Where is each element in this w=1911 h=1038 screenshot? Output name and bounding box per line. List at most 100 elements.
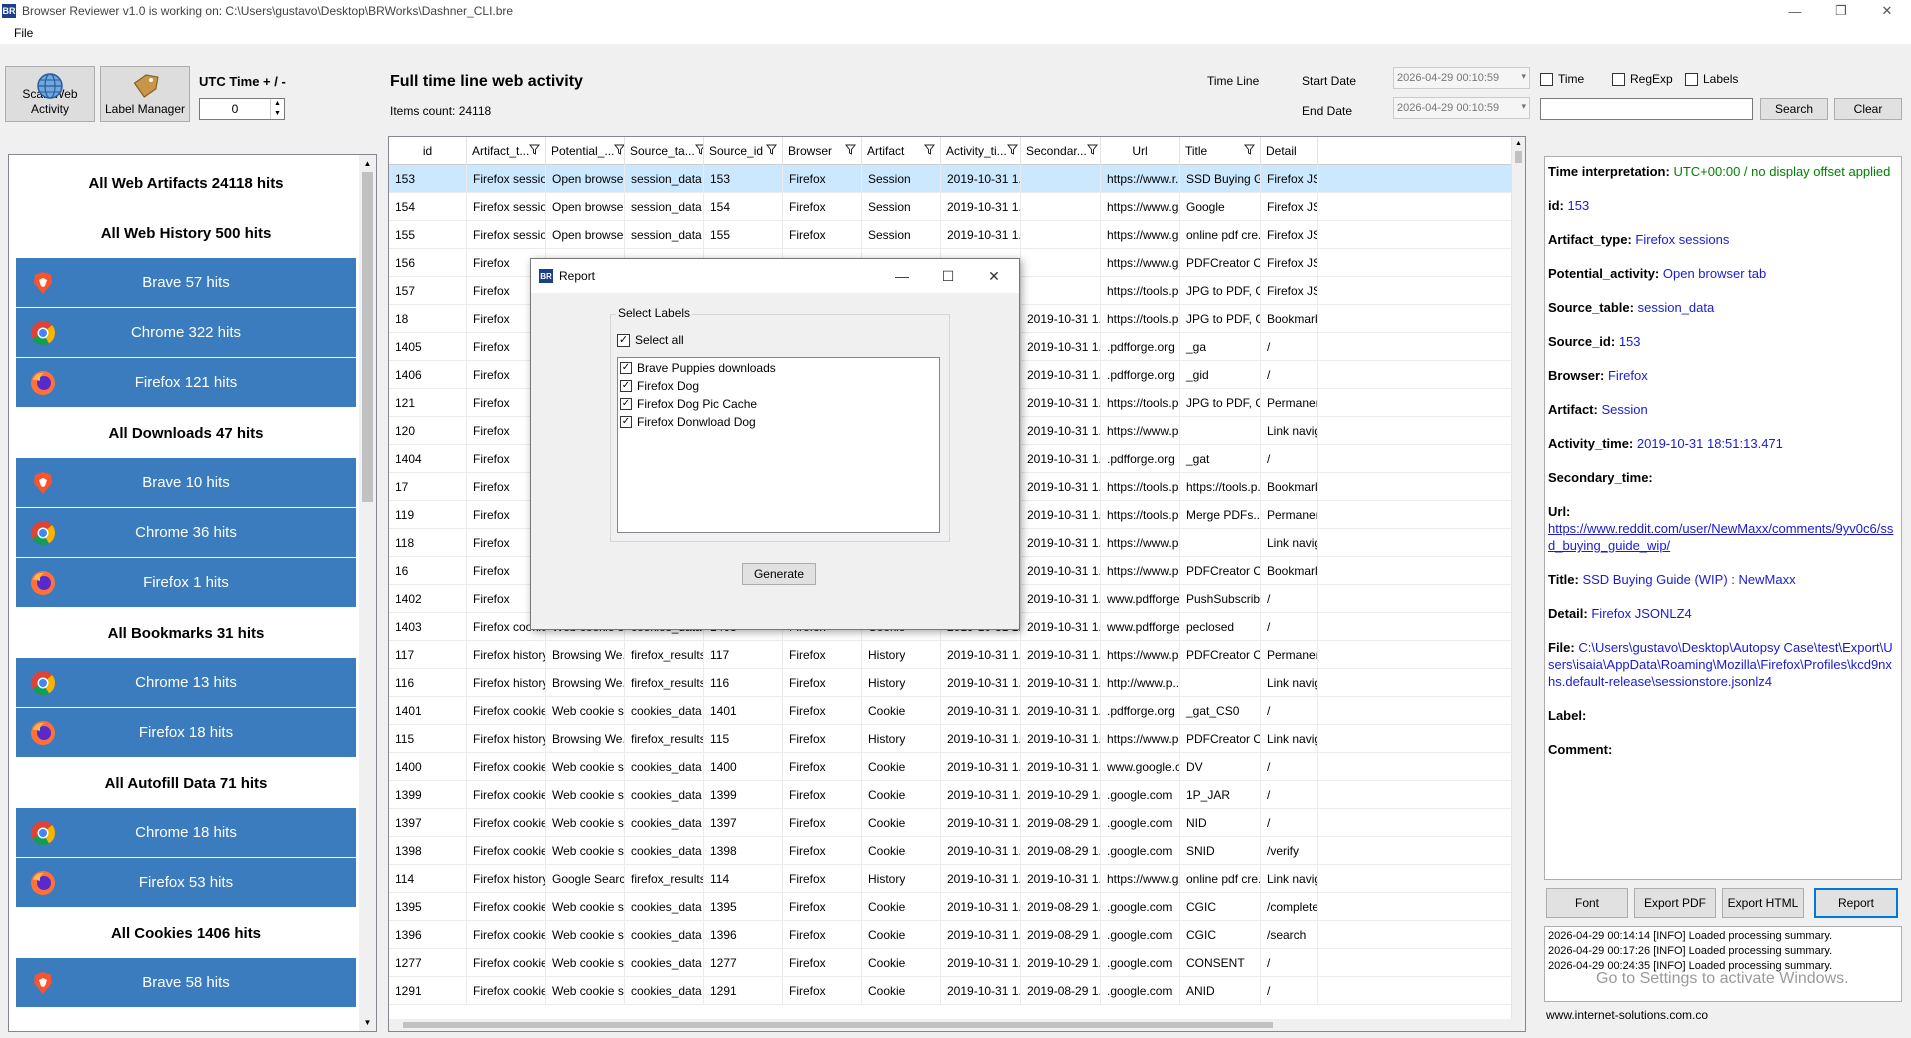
table-row[interactable]: 1395Firefox cookiesWeb cookie st...cooki… [389, 893, 1525, 921]
table-row[interactable]: 1397Firefox cookiesWeb cookie st...cooki… [389, 809, 1525, 837]
table-row[interactable]: 155Firefox sessionsOpen browser...sessio… [389, 221, 1525, 249]
select-all-checkbox[interactable]: ✓ Select all [617, 333, 684, 347]
column-header[interactable]: Detail [1261, 137, 1318, 165]
table-row[interactable]: 1401Firefox cookiesWeb cookie st...cooki… [389, 697, 1525, 725]
close-button[interactable]: ✕ [1864, 0, 1910, 22]
table-row[interactable]: 1399Firefox cookiesWeb cookie st...cooki… [389, 781, 1525, 809]
table-row[interactable]: 116 Firefox history Browsing We... firefox_… [389, 669, 1525, 697]
label-checkbox-item[interactable]: ✓ Firefox Donwload Dog [620, 413, 937, 431]
clear-button[interactable]: Clear [1834, 98, 1902, 120]
browser-category-item[interactable]: Brave 10 hits [16, 458, 356, 508]
browser-category-item[interactable]: Chrome 36 hits [16, 508, 356, 558]
table-row[interactable]: 154Firefox sessionsOpen browser...sessio… [389, 193, 1525, 221]
dialog-minimize-button[interactable]: — [879, 259, 925, 293]
dialog-close-button[interactable]: ✕ [971, 259, 1017, 293]
label-manager-button[interactable]: Label Manager [100, 66, 190, 122]
browser-category-item[interactable]: Firefox 53 hits [16, 858, 356, 908]
filter-icon[interactable] [694, 144, 703, 158]
report-button[interactable]: Report [1814, 888, 1898, 918]
log-output[interactable]: 2026-04-29 00:14:14 [INFO] Loaded proces… [1544, 926, 1902, 1002]
column-header[interactable]: Secondar... [1021, 137, 1101, 165]
column-header[interactable]: Artifact [862, 137, 941, 165]
scroll-up-icon[interactable]: ▲ [1512, 137, 1525, 151]
detail-comment: Comment: [1548, 741, 1897, 758]
time-checkbox[interactable]: Time [1540, 72, 1584, 86]
scroll-thumb[interactable] [362, 172, 373, 502]
detail-url: Url: https://www.reddit.com/user/NewMaxx/… [1548, 503, 1897, 554]
end-date-picker[interactable]: 2026-04-29 00:10:59 ▾ [1393, 97, 1530, 119]
table-row[interactable]: 1291Firefox cookiesWeb cookie st...cooki… [389, 977, 1525, 1005]
table-row[interactable]: 117 Firefox history Browsing We... firefox_… [389, 641, 1525, 669]
table-row[interactable]: 1277Firefox cookiesWeb cookie st...cooki… [389, 949, 1525, 977]
scroll-down-icon[interactable]: ▼ [359, 1014, 376, 1031]
checkbox-box [1540, 72, 1553, 86]
browser-category-item[interactable]: Brave 58 hits [16, 958, 356, 1008]
filter-icon[interactable] [923, 144, 936, 158]
category-header[interactable]: All Autofill Data 71 hits [16, 758, 356, 808]
browser-category-item[interactable]: Chrome 18 hits [16, 808, 356, 858]
font-button[interactable]: Font [1546, 888, 1628, 918]
filter-icon[interactable] [529, 144, 541, 158]
label-checkbox-item[interactable]: ✓ Firefox Dog Pic Cache [620, 395, 937, 413]
filter-icon[interactable] [844, 144, 857, 158]
column-header[interactable]: Source_ta... [625, 137, 704, 165]
column-header[interactable]: Browser [783, 137, 862, 165]
table-cell: https://www.p... [1101, 557, 1180, 585]
filter-icon[interactable] [1243, 144, 1256, 158]
table-row[interactable]: 114 Firefox history Google Search firefox_r… [389, 865, 1525, 893]
category-label: Firefox 53 hits [138, 874, 234, 891]
filter-icon[interactable] [1006, 144, 1018, 158]
restore-button[interactable]: ❐ [1818, 0, 1864, 22]
table-row[interactable]: 1400Firefox cookiesWeb cookie st...cooki… [389, 753, 1525, 781]
scan-web-activity-button[interactable]: Scan Web Activity [5, 66, 95, 122]
browser-category-item[interactable]: Firefox 121 hits [16, 358, 356, 408]
category-header[interactable]: All Bookmarks 31 hits [16, 608, 356, 658]
scroll-thumb[interactable] [1515, 151, 1522, 163]
table-row[interactable]: 153Firefox sessionsOpen browser...sessio… [389, 165, 1525, 193]
minimize-button[interactable]: — [1772, 0, 1818, 22]
column-header[interactable]: Source_id [704, 137, 783, 165]
browser-category-item[interactable]: Firefox 1 hits [16, 558, 356, 608]
dialog-maximize-button[interactable]: ☐ [925, 259, 971, 293]
category-header[interactable]: All Web History 500 hits [16, 208, 356, 258]
column-header[interactable]: id [389, 137, 467, 165]
labels-checkbox[interactable]: Labels [1685, 72, 1738, 86]
menu-file[interactable]: File [0, 26, 47, 40]
regexp-checkbox[interactable]: RegExp [1612, 72, 1673, 86]
column-header[interactable]: Potential_... [546, 137, 625, 165]
table-row[interactable]: 1396Firefox cookiesWeb cookie st...cooki… [389, 921, 1525, 949]
table-row[interactable]: 115 Firefox history Browsing We... firefox_… [389, 725, 1525, 753]
start-date-picker[interactable]: 2026-04-29 00:10:59 ▾ [1393, 67, 1530, 89]
browser-category-item[interactable]: Brave 57 hits [16, 258, 356, 308]
search-button[interactable]: Search [1760, 98, 1828, 120]
grid-hscrollbar[interactable] [389, 1019, 1513, 1031]
search-input[interactable] [1540, 98, 1753, 120]
grid-scrollbar[interactable]: ▲ [1511, 137, 1525, 1031]
category-header[interactable]: All Cookies 1406 hits [16, 908, 356, 958]
column-header[interactable]: Title [1180, 137, 1261, 165]
hscroll-thumb[interactable] [403, 1022, 1273, 1028]
utc-offset-stepper[interactable]: 0 ▲ ▼ [199, 98, 285, 120]
left-scrollbar[interactable]: ▲ ▼ [359, 155, 376, 1031]
export-html-button[interactable]: Export HTML [1722, 888, 1804, 918]
stepper-arrows-icon[interactable]: ▲ ▼ [270, 99, 284, 119]
browser-category-item[interactable]: Firefox 18 hits [16, 708, 356, 758]
filter-icon[interactable] [1086, 144, 1098, 158]
export-pdf-button[interactable]: Export PDF [1634, 888, 1716, 918]
category-header[interactable]: All Downloads 47 hits [16, 408, 356, 458]
label-checkbox-item[interactable]: ✓ Firefox Dog [620, 377, 937, 395]
label-checkbox-item[interactable]: ✓ Brave Puppies downloads [620, 359, 937, 377]
detail-url-link[interactable]: https://www.reddit.com/user/NewMaxx/comm… [1548, 521, 1893, 553]
table-row[interactable]: 1398Firefox cookiesWeb cookie st...cooki… [389, 837, 1525, 865]
category-header[interactable]: All Web Artifacts 24118 hits [16, 158, 356, 208]
scroll-up-icon[interactable]: ▲ [359, 155, 376, 172]
column-header[interactable]: Artifact_t... [467, 137, 546, 165]
filter-icon[interactable] [614, 144, 624, 158]
filter-icon[interactable] [765, 144, 778, 158]
column-header[interactable]: Activity_ti... [941, 137, 1021, 165]
column-header[interactable]: Url [1101, 137, 1180, 165]
browser-category-item[interactable]: Chrome 322 hits [16, 308, 356, 358]
browser-category-item[interactable]: Chrome 13 hits [16, 658, 356, 708]
generate-button[interactable]: Generate [742, 563, 816, 585]
detail-activity-time-value: 2019-10-31 18:51:13.471 [1636, 436, 1783, 451]
